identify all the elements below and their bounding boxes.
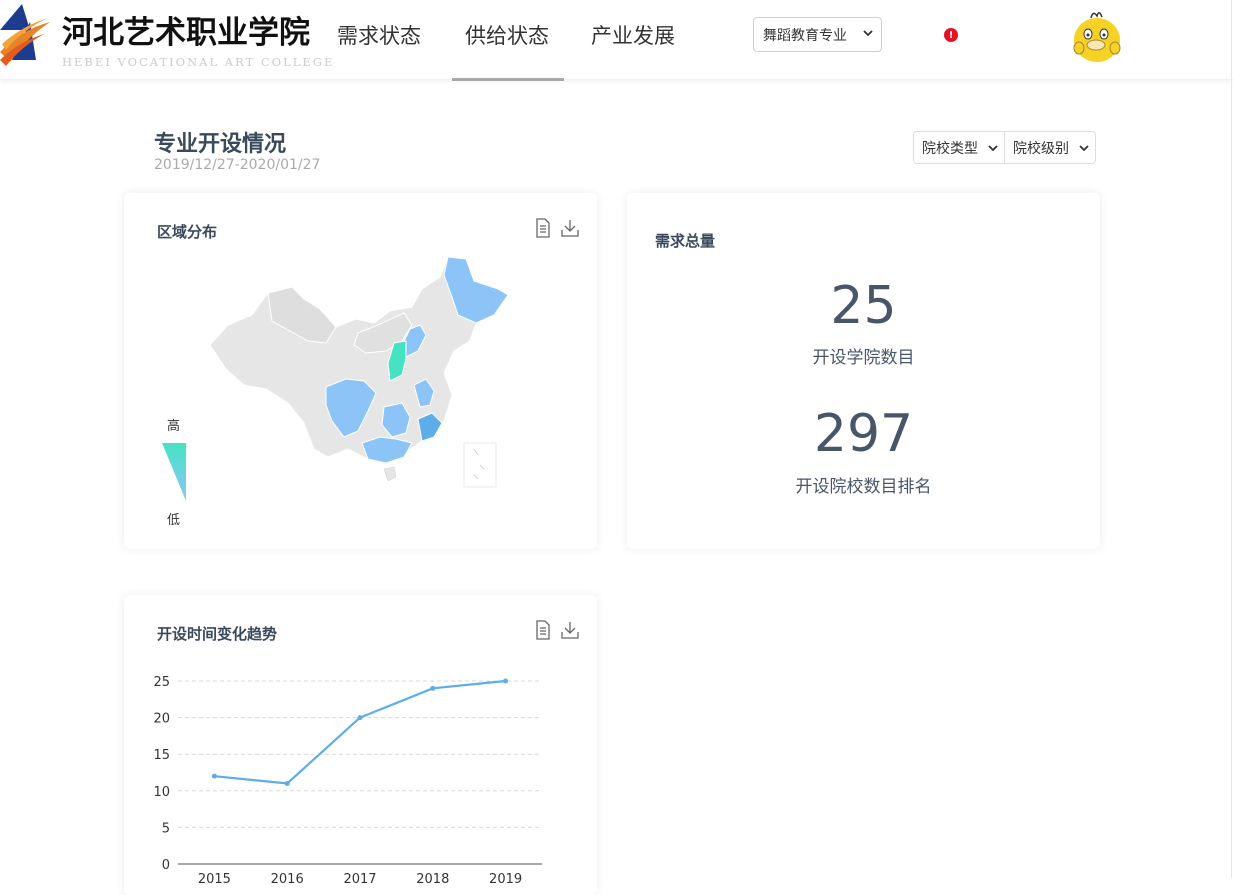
nav-industry-development[interactable]: 产业发展 <box>591 20 675 52</box>
region-distribution-card: 区域分布 高 低 <box>124 193 597 549</box>
college-count-label: 开设学院数目 <box>812 348 915 368</box>
alert-icon[interactable]: ! <box>944 28 958 42</box>
top-navigation-bar: 河北艺术职业学院 HEBEI VOCATIONAL ART COLLEGE 需求… <box>0 0 1233 81</box>
x-tick-label: 2017 <box>343 872 376 887</box>
download-icon[interactable] <box>561 218 579 238</box>
data-point <box>357 715 363 721</box>
map-legend-gradient[interactable] <box>162 443 186 501</box>
y-tick-label: 20 <box>153 712 170 727</box>
nav-demand-status[interactable]: 需求状态 <box>337 20 421 52</box>
y-tick-label: 25 <box>153 675 170 690</box>
y-tick-label: 5 <box>162 821 170 836</box>
data-point <box>503 678 509 684</box>
date-range: 2019/12/27-2020/01/27 <box>154 157 321 173</box>
data-point <box>211 773 217 779</box>
region-card-title: 区域分布 <box>157 223 218 241</box>
x-tick-label: 2018 <box>416 872 449 887</box>
institution-type-filter[interactable]: 院校类型 <box>914 132 1004 163</box>
institution-type-label: 院校类型 <box>922 140 978 157</box>
major-select-dropdown[interactable]: 舞蹈教育专业 <box>753 17 882 52</box>
chevron-down-icon <box>1079 145 1089 152</box>
chevron-down-icon <box>863 30 873 37</box>
active-tab-indicator <box>452 78 564 81</box>
institution-level-filter[interactable]: 院校级别 <box>1004 132 1095 163</box>
map-region-hainan <box>383 466 397 482</box>
south-china-sea-islands <box>473 448 485 480</box>
logo-wordmark: 河北艺术职业学院 <box>62 15 310 51</box>
demand-card-title: 需求总量 <box>655 232 716 250</box>
legend-high-label: 高 <box>167 419 181 434</box>
page-edge-divider <box>1231 0 1232 878</box>
institution-ranking-label: 开设院校数目排名 <box>795 477 932 497</box>
institution-ranking-value: 297 <box>813 404 914 464</box>
document-icon[interactable] <box>534 620 552 640</box>
page-title: 专业开设情况 <box>154 132 287 157</box>
trend-card: 开设时间变化趋势 0 5 10 15 20 25 2015 2016 2017 2018 2019 <box>124 595 597 895</box>
series-line <box>214 679 506 785</box>
map-region-guangdong <box>361 436 413 464</box>
data-point <box>284 780 290 786</box>
y-tick-label: 0 <box>162 858 170 873</box>
demand-total-card: 需求总量 25 开设学院数目 297 开设院校数目排名 <box>627 193 1100 549</box>
college-logo[interactable]: 河北艺术职业学院 HEBEI VOCATIONAL ART COLLEGE <box>0 0 335 72</box>
china-choropleth-map[interactable] <box>208 253 518 493</box>
user-avatar[interactable] <box>1071 8 1123 64</box>
data-point <box>430 685 436 691</box>
legend-low-label: 低 <box>167 513 181 528</box>
x-tick-label: 2019 <box>489 872 522 887</box>
chevron-down-icon <box>988 145 998 152</box>
trend-card-title: 开设时间变化趋势 <box>157 625 278 643</box>
logo-subtext: HEBEI VOCATIONAL ART COLLEGE <box>62 55 334 69</box>
filter-group: 院校类型 院校级别 <box>913 131 1096 164</box>
download-icon[interactable] <box>561 620 579 640</box>
x-tick-label: 2015 <box>198 872 231 887</box>
x-tick-label: 2016 <box>271 872 304 887</box>
college-count-value: 25 <box>830 276 897 336</box>
document-icon[interactable] <box>534 218 552 238</box>
trend-line-chart[interactable]: 0 5 10 15 20 25 2015 2016 2017 2018 2019 <box>124 655 597 895</box>
major-select-value: 舞蹈教育专业 <box>763 27 847 44</box>
y-tick-label: 10 <box>153 785 170 800</box>
nav-supply-status[interactable]: 供给状态 <box>465 20 549 52</box>
institution-level-label: 院校级别 <box>1013 140 1069 157</box>
y-tick-label: 15 <box>153 748 170 763</box>
